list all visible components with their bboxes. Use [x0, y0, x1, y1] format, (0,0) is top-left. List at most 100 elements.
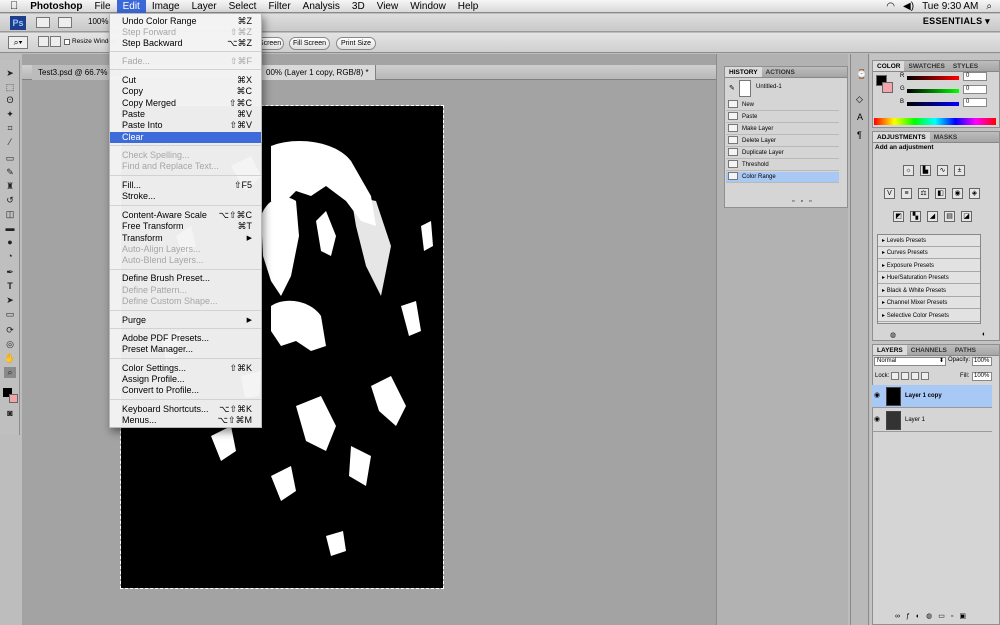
tab-channels[interactable]: CHANNELS [907, 345, 951, 355]
tab-styles[interactable]: STYLES [949, 61, 982, 71]
gradient-map-icon[interactable]: ▤ [944, 211, 955, 222]
3d-rotate-icon[interactable]: ⟳ [4, 325, 16, 336]
menu-item-transform[interactable]: Transform ▶ [110, 233, 261, 244]
menu-select[interactable]: Select [223, 0, 263, 13]
background-color-swatch[interactable] [9, 394, 18, 403]
lock-transparent-icon[interactable] [891, 372, 899, 380]
print-size-button[interactable]: Print Size [336, 37, 376, 50]
menu-file[interactable]: File [88, 0, 116, 13]
fill-input[interactable]: 100% [972, 372, 992, 381]
eyedropper-icon[interactable]: ⁄ [4, 137, 16, 148]
document-tab-active[interactable]: 00% (Layer 1 copy, RGB/8) * [260, 65, 376, 80]
levels-icon[interactable]: ▙ [920, 165, 931, 176]
history-brush-icon[interactable]: ↺ [4, 195, 16, 206]
menu-item-adobe-pdf-presets[interactable]: Adobe PDF Presets... [110, 333, 261, 344]
adjustments-footer-icon[interactable]: ◍ [890, 331, 896, 339]
tab-layers[interactable]: LAYERS [873, 345, 907, 355]
gradient-tool-icon[interactable]: ▬ [4, 223, 16, 234]
history-step-new[interactable]: New [726, 100, 839, 111]
tab-swatches[interactable]: SWATCHES [904, 61, 948, 71]
quick-mask-icon[interactable]: ◙ [4, 408, 16, 419]
clock-label[interactable]: Tue 9:30 AM [922, 1, 978, 12]
menu-view[interactable]: View [371, 0, 405, 13]
tab-masks[interactable]: MASKS [930, 132, 961, 142]
history-step-threshold[interactable]: Threshold [726, 160, 839, 171]
menu-item-preset-manager[interactable]: Preset Manager... [110, 344, 261, 355]
menu-item-convert-to-profile[interactable]: Convert to Profile... [110, 385, 261, 396]
lock-position-icon[interactable] [911, 372, 919, 380]
hue-saturation-icon[interactable]: ≡ [901, 188, 912, 199]
menu-item-clear[interactable]: Clear [110, 132, 261, 143]
menu-filter[interactable]: Filter [262, 0, 296, 13]
color-g-input[interactable]: 0 [963, 85, 987, 94]
photo-filter-icon[interactable]: ◉ [952, 188, 963, 199]
color-g-slider[interactable] [907, 89, 959, 93]
menu-3d[interactable]: 3D [346, 0, 371, 13]
layer-row-layer-1[interactable]: ◉ Layer 1 [872, 409, 992, 432]
menu-item-paste[interactable]: Paste ⌘V [110, 109, 261, 120]
menu-item-free-transform[interactable]: Free Transform ⌘T [110, 221, 261, 232]
eraser-icon[interactable]: ◫ [4, 209, 16, 220]
history-step-color-range[interactable]: Color Range [726, 172, 839, 183]
move-tool-icon[interactable]: ➤ [4, 68, 16, 79]
crop-tool-icon[interactable]: ⌗ [4, 123, 16, 134]
tab-paths[interactable]: PATHS [951, 345, 980, 355]
tab-adjustments[interactable]: ADJUSTMENTS [873, 132, 930, 142]
color-b-slider[interactable] [907, 102, 959, 106]
menu-item-undo-color-range[interactable]: Undo Color Range ⌘Z [110, 16, 261, 27]
view-extras-icon[interactable] [58, 17, 72, 28]
preset-hue-saturation[interactable]: ▸ Hue/Saturation Presets [878, 273, 980, 284]
curves-icon[interactable]: ∿ [937, 165, 948, 176]
menu-image[interactable]: Image [146, 0, 186, 13]
marquee-tool-icon[interactable]: ⬚ [4, 82, 16, 93]
menu-item-define-brush-preset[interactable]: Define Brush Preset... [110, 273, 261, 284]
zoom-in-icon[interactable] [38, 36, 49, 47]
paragraph-panel-icon[interactable]: ¶ [857, 130, 862, 140]
exposure-icon[interactable]: ± [954, 165, 965, 176]
healing-brush-icon[interactable]: ▭ [4, 153, 16, 164]
layers-footer-icons[interactable]: ∞ƒ◐◍▭▫▣ [895, 612, 972, 620]
dodge-tool-icon[interactable]: ◔ [4, 251, 16, 262]
history-step-paste[interactable]: Paste [726, 112, 839, 123]
color-b-input[interactable]: 0 [963, 98, 987, 107]
threshold-icon[interactable]: ◢ [927, 211, 938, 222]
selective-color-icon[interactable]: ◪ [961, 211, 972, 222]
clone-stamp-icon[interactable]: ♜ [4, 181, 16, 192]
history-step-make-layer[interactable]: Make Layer [726, 124, 839, 135]
eye-icon[interactable]: ◉ [874, 391, 880, 399]
color-r-input[interactable]: 0 [963, 72, 987, 81]
spotlight-icon[interactable]: ⌕ [986, 1, 992, 12]
history-step-duplicate-layer[interactable]: Duplicate Layer [726, 148, 839, 159]
color-panel-background[interactable] [882, 82, 893, 93]
tab-history[interactable]: HISTORY [725, 67, 762, 77]
zoom-level[interactable]: 100% [88, 17, 108, 26]
menu-item-stroke[interactable]: Stroke... [110, 191, 261, 202]
menu-item-purge[interactable]: Purge ▶ [110, 315, 261, 326]
menu-item-color-settings[interactable]: Color Settings... ⇧⌘K [110, 363, 261, 374]
tab-actions[interactable]: ACTIONS [762, 67, 799, 77]
path-selection-icon[interactable]: ➤ [4, 295, 16, 306]
adjustments-mask-icon[interactable]: ◐ [982, 331, 986, 338]
posterize-icon[interactable]: ▚ [910, 211, 921, 222]
history-brush-source-icon[interactable]: ✎ [729, 84, 735, 92]
lasso-tool-icon[interactable]: ʘ [4, 95, 16, 106]
preset-levels[interactable]: ▸ Levels Presets [878, 236, 980, 247]
menu-item-assign-profile[interactable]: Assign Profile... [110, 374, 261, 385]
menu-window[interactable]: Window [404, 0, 452, 13]
menu-item-paste-into[interactable]: Paste Into ⇧⌘V [110, 120, 261, 131]
history-footer-icons[interactable]: ▫▫▫ [792, 198, 817, 205]
blend-mode-select[interactable]: Normal ⬍ [874, 357, 946, 366]
menu-item-cut[interactable]: Cut ⌘X [110, 75, 261, 86]
shape-tool-icon[interactable]: ▭ [4, 309, 16, 320]
preset-black-white[interactable]: ▸ Black & White Presets [878, 286, 980, 297]
eye-icon[interactable]: ◉ [874, 415, 880, 423]
history-panel-icon[interactable]: ⌚ [856, 69, 867, 80]
opacity-input[interactable]: 100% [972, 357, 992, 366]
blur-tool-icon[interactable]: ● [4, 237, 16, 248]
menu-help[interactable]: Help [452, 0, 485, 13]
character-panel-icon[interactable]: A [857, 112, 863, 122]
layer-row-layer-1-copy[interactable]: ◉ Layer 1 copy [872, 385, 992, 408]
tab-color[interactable]: COLOR [873, 61, 905, 71]
bridge-icon[interactable] [36, 17, 50, 28]
resize-windows-checkbox[interactable] [64, 39, 70, 45]
